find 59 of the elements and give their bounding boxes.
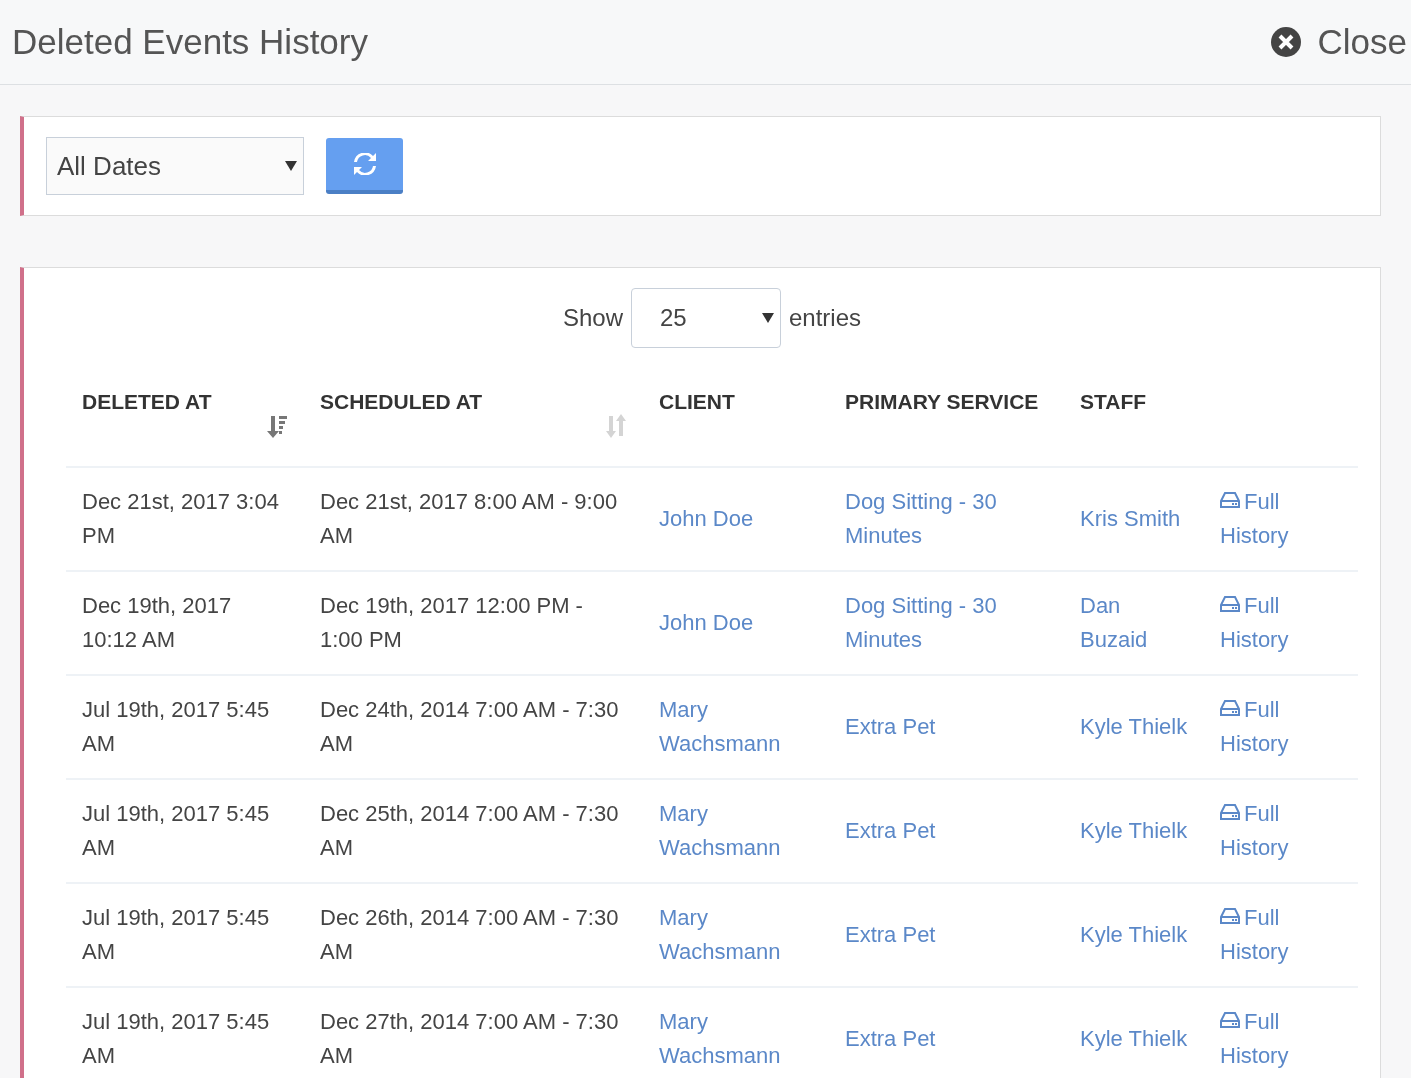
dialog-title: Deleted Events History	[12, 22, 368, 62]
deleted-at-cell: Jul 19th, 2017 5:45 AM	[82, 697, 270, 756]
scheduled-at-cell: Dec 25th, 2014 7:00 AM - 7:30 AM	[320, 801, 619, 860]
client-link[interactable]: Mary Wachsmann	[659, 693, 813, 761]
service-link[interactable]: Extra Pet	[845, 918, 1048, 952]
scheduled-at-cell: Dec 27th, 2014 7:00 AM - 7:30 AM	[320, 1009, 619, 1068]
column-header: PRIMARY SERVICE	[845, 390, 1039, 414]
full-history-link[interactable]: Full History	[1220, 589, 1342, 657]
deleted-at-cell: Dec 21st, 2017 3:04 PM	[82, 489, 279, 548]
full-history-link[interactable]: Full History	[1220, 485, 1342, 553]
scheduled-at-cell: Dec 24th, 2014 7:00 AM - 7:30 AM	[320, 697, 619, 756]
column-header: STAFF	[1080, 390, 1147, 414]
client-link[interactable]: John Doe	[659, 606, 813, 640]
staff-link[interactable]: Kyle Thielk	[1080, 814, 1188, 848]
column-header[interactable]: DELETED AT	[82, 390, 212, 438]
drive-icon	[1220, 595, 1240, 613]
staff-link[interactable]: Dan Buzaid	[1080, 589, 1188, 657]
client-link[interactable]: Mary Wachsmann	[659, 797, 813, 865]
staff-link[interactable]: Kyle Thielk	[1080, 918, 1188, 952]
service-link[interactable]: Extra Pet	[845, 710, 1048, 744]
column-header[interactable]: SCHEDULED AT	[320, 390, 483, 438]
staff-link[interactable]: Kyle Thielk	[1080, 1022, 1188, 1056]
deleted-at-cell: Dec 19th, 2017 10:12 AM	[82, 593, 232, 652]
service-link[interactable]: Dog Sitting - 30 Minutes	[845, 589, 1048, 657]
client-link[interactable]: Mary Wachsmann	[659, 901, 813, 969]
deleted-at-cell: Jul 19th, 2017 5:45 AM	[82, 801, 270, 860]
drive-icon	[1220, 907, 1240, 925]
date-range-dropdown[interactable]: All Dates	[46, 137, 304, 195]
client-link[interactable]: John Doe	[659, 502, 813, 536]
service-link[interactable]: Extra Pet	[845, 1022, 1048, 1056]
page-size-dropdown[interactable]: 25	[631, 288, 781, 348]
full-history-link[interactable]: Full History	[1220, 1005, 1342, 1073]
sort-descending-icon[interactable]	[266, 414, 288, 438]
column-header: CLIENT	[659, 390, 735, 414]
drive-icon	[1220, 491, 1240, 509]
refresh-icon	[352, 153, 377, 175]
service-link[interactable]: Dog Sitting - 30 Minutes	[845, 485, 1048, 553]
scheduled-at-cell: Dec 26th, 2014 7:00 AM - 7:30 AM	[320, 905, 619, 964]
staff-link[interactable]: Kris Smith	[1080, 502, 1188, 536]
full-history-link[interactable]: Full History	[1220, 797, 1342, 865]
close-icon	[1269, 26, 1302, 58]
show-label: Show	[562, 304, 623, 332]
full-history-link[interactable]: Full History	[1220, 901, 1342, 969]
drive-icon	[1220, 803, 1240, 821]
full-history-link[interactable]: Full History	[1220, 693, 1342, 761]
drive-icon	[1220, 699, 1240, 717]
close-button[interactable]: Close	[1269, 22, 1407, 62]
drive-icon	[1220, 1011, 1240, 1029]
staff-link[interactable]: Kyle Thielk	[1080, 710, 1188, 744]
service-link[interactable]: Extra Pet	[845, 814, 1048, 848]
deleted-at-cell: Jul 19th, 2017 5:45 AM	[82, 1009, 270, 1068]
deleted-at-cell: Jul 19th, 2017 5:45 AM	[82, 905, 270, 964]
entries-label: entries	[789, 304, 862, 332]
dropdown-caret-icon	[762, 313, 774, 323]
client-link[interactable]: Mary Wachsmann	[659, 1005, 813, 1073]
scheduled-at-cell: Dec 21st, 2017 8:00 AM - 9:00 AM	[320, 489, 618, 548]
dropdown-caret-icon	[285, 161, 297, 171]
scheduled-at-cell: Dec 19th, 2017 12:00 PM - 1:00 PM	[320, 593, 583, 652]
refresh-button[interactable]	[326, 138, 403, 194]
